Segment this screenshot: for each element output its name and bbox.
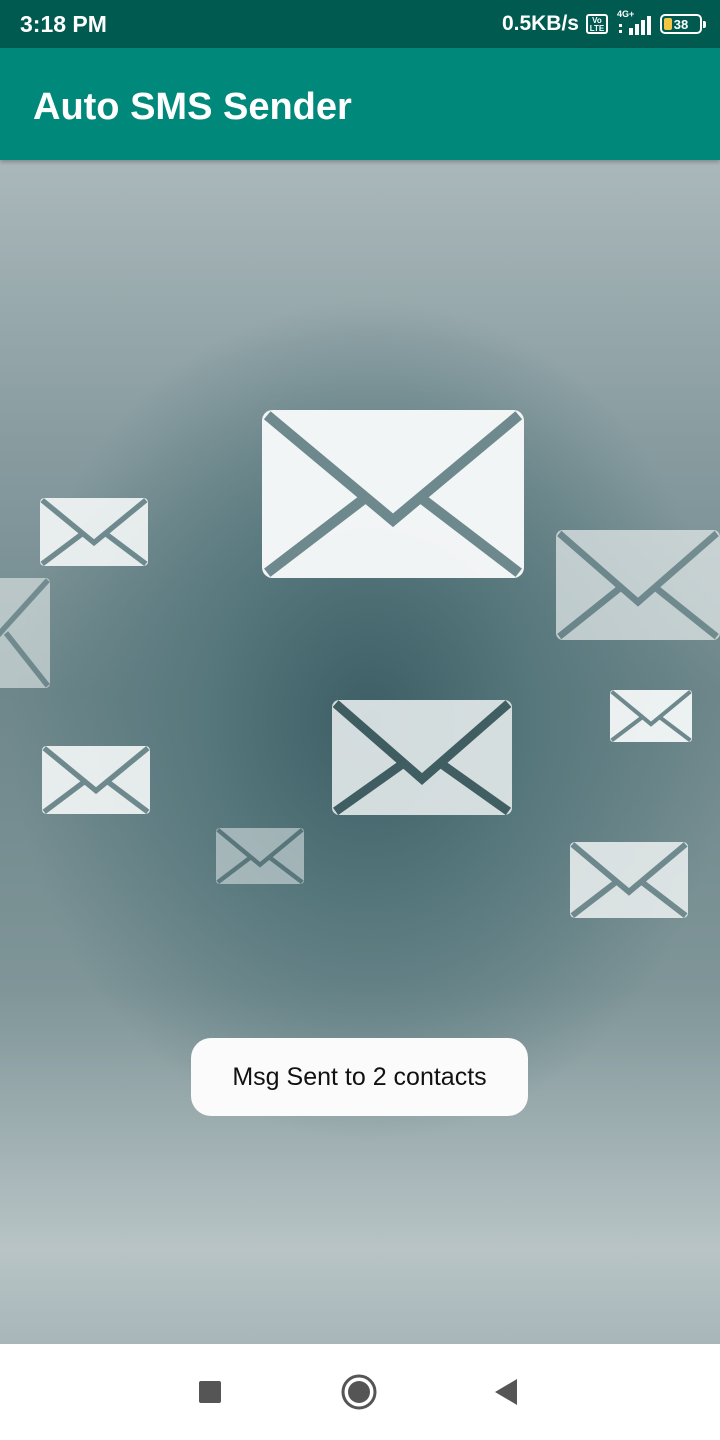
envelope-icon <box>262 410 524 578</box>
home-icon <box>341 1374 377 1410</box>
envelope-icon <box>556 530 720 640</box>
battery-fill <box>664 18 672 30</box>
toast-message: Msg Sent to 2 contacts <box>191 1038 528 1116</box>
network-speed: 0.5KB/s <box>501 12 579 35</box>
app-title: Auto SMS Sender <box>33 86 352 128</box>
envelope-icon <box>216 828 304 884</box>
back-button[interactable] <box>486 1372 526 1412</box>
recent-apps-icon <box>199 1381 221 1403</box>
envelope-icon <box>40 498 148 566</box>
network-type: 4G+ <box>617 9 635 19</box>
back-icon <box>495 1379 517 1405</box>
battery-icon: 38 <box>660 14 706 34</box>
toast-text: Msg Sent to 2 contacts <box>232 1062 487 1091</box>
status-bar: 3:18 PM 0.5KB/s Vo LTE 4G+ 38 <box>0 0 720 48</box>
volte-icon: Vo LTE <box>586 14 608 34</box>
app-bar: Auto SMS Sender <box>0 48 720 160</box>
envelope-icon <box>570 842 688 918</box>
battery-tip <box>703 21 706 28</box>
background-image <box>0 160 720 1344</box>
recent-apps-button[interactable] <box>190 1372 230 1412</box>
envelope-icon <box>0 578 50 688</box>
envelope-icon <box>332 700 512 815</box>
status-indicators: 0.5KB/s Vo LTE 4G+ 38 <box>501 9 706 38</box>
envelope-icon <box>42 746 150 814</box>
home-button[interactable] <box>339 1372 379 1412</box>
signal-icon: 4G+ <box>615 9 653 37</box>
status-time: 3:18 PM <box>20 11 107 37</box>
nav-bar <box>0 1344 720 1440</box>
battery-level: 38 <box>673 16 689 32</box>
envelope-icon <box>610 690 692 742</box>
